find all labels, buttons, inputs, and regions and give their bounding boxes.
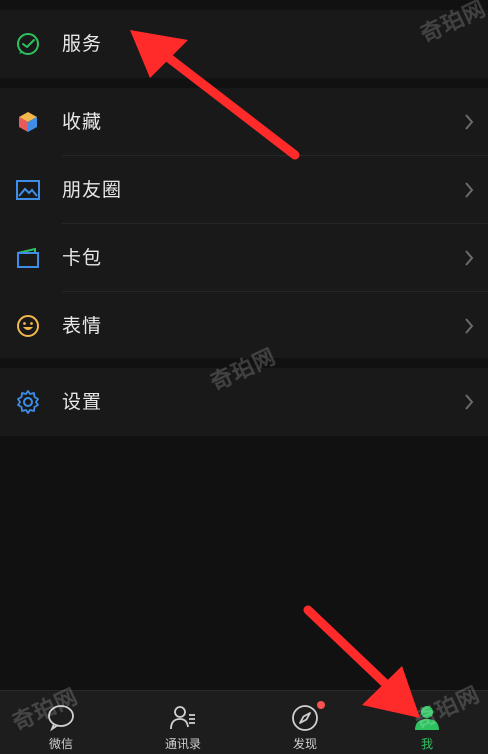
contacts-icon xyxy=(170,706,195,730)
sticker-smile-icon xyxy=(17,315,39,337)
chevron-right-icon xyxy=(465,250,474,266)
favorites-cube-icon xyxy=(19,112,37,132)
favorites-row[interactable]: 收藏 xyxy=(0,88,488,156)
moments-label: 朋友圈 xyxy=(62,179,123,201)
moments-row[interactable]: 朋友圈 xyxy=(0,156,488,224)
settings-label: 设置 xyxy=(62,391,103,413)
moments-image-icon xyxy=(16,180,40,200)
gear-icon xyxy=(17,390,39,414)
chevron-right-icon xyxy=(465,182,474,198)
compass-icon xyxy=(292,705,318,731)
wechat-pay-icon xyxy=(17,33,39,55)
stickers-label: 表情 xyxy=(62,315,103,337)
tab-label: 发现 xyxy=(292,737,317,751)
card-wallet-row[interactable]: 卡包 xyxy=(0,224,488,292)
chevron-right-icon xyxy=(465,394,474,410)
chevron-right-icon xyxy=(465,318,474,334)
card-wallet-label: 卡包 xyxy=(62,247,103,269)
chevron-right-icon xyxy=(465,114,474,130)
tab-discover[interactable]: 发现 xyxy=(244,691,366,754)
favorites-label: 收藏 xyxy=(62,111,103,133)
services-label: 服务 xyxy=(62,33,103,55)
tab-contacts[interactable]: 通讯录 xyxy=(122,691,244,754)
tab-label: 微信 xyxy=(48,737,73,751)
notification-dot xyxy=(317,701,325,709)
tab-label: 我 xyxy=(420,737,433,751)
main-menu-group: 收藏 朋友圈 卡包 表情 xyxy=(0,88,488,358)
card-wallet-icon xyxy=(17,247,39,268)
tab-label: 通讯录 xyxy=(164,737,201,751)
